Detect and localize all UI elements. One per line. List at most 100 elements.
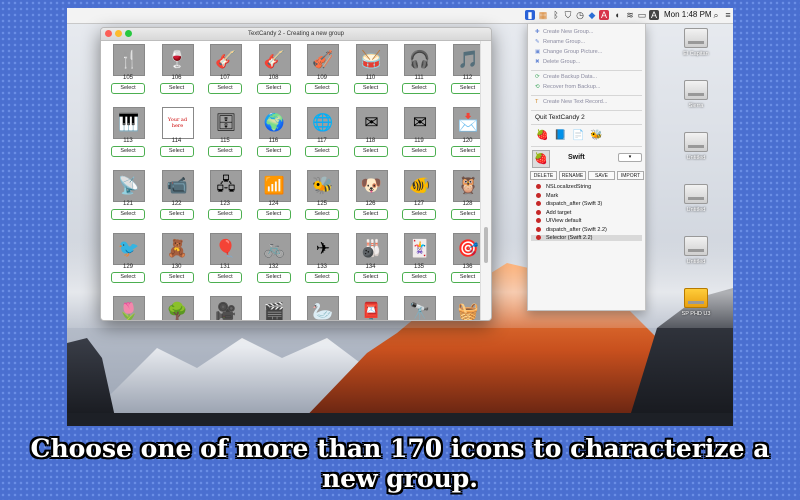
shield-icon[interactable]: ⛉ [563,10,573,20]
drum-kit-icon[interactable]: 🥁 [355,44,388,76]
select-button[interactable]: Select [402,272,436,283]
bee-icon[interactable]: 🐝 [590,130,602,141]
menu-item-quit[interactable]: Quit TextCandy 2 [535,114,585,121]
select-button[interactable]: Select [256,146,291,157]
select-button[interactable]: Select [256,83,291,94]
teddy-bear-icon[interactable]: 🧸 [161,233,194,265]
select-button[interactable]: Select [159,83,194,94]
import-button[interactable]: IMPORT [617,171,644,180]
fish-icon[interactable]: 🐠 [404,170,436,202]
snippet-item[interactable]: Selector (Swift 2.2) [531,235,642,241]
menu-item-rename-group[interactable]: ✎ Rename Group... [535,39,585,45]
app-icon[interactable]: ▮ [525,10,535,20]
select-button[interactable]: Select [208,272,242,283]
delete-button[interactable]: DELETE [530,171,557,180]
network-icon[interactable]: 🖧 [210,170,242,202]
search-icon[interactable]: ⌕ [711,10,721,20]
snippet-item[interactable]: dispatch_after (Swift 2.2) [536,227,607,233]
bonsai-icon[interactable]: 🌳 [161,296,194,320]
clock-icon[interactable]: ◷ [575,10,585,20]
mailbox-icon[interactable]: 📮 [355,296,388,320]
bee-icon[interactable]: 🐝 [307,170,339,202]
menu-item-change-picture[interactable]: ▣ Change Group Picture... [535,49,602,55]
plant-icon[interactable]: 🌷 [113,296,145,320]
adobe-icon[interactable]: A [599,10,609,20]
acoustic-guitar-icon[interactable]: 🎸 [258,44,291,76]
select-button[interactable]: Select [305,209,339,220]
list-icon[interactable]: ≡ [723,10,733,20]
clapperboard-icon[interactable]: 🎬 [258,296,291,320]
wine-bottle-icon[interactable]: 🍷 [161,44,194,76]
vertical-scrollbar[interactable] [480,41,491,320]
headphones-icon[interactable]: 🎧 [404,44,436,76]
strawberry-icon[interactable]: 🍓 [536,130,548,141]
select-button[interactable]: Select [208,83,242,94]
globe-icon[interactable]: 🌍 [258,107,291,139]
battery-icon[interactable]: ▭ [637,10,647,20]
audio-icon[interactable]: ◖ [612,10,622,20]
book-icon[interactable]: 📘 [554,130,566,141]
envelope-icon[interactable]: ✉ [355,107,388,139]
piano-icon[interactable]: 🎹 [113,107,145,139]
snippet-item[interactable]: UIView default [536,218,581,224]
router-icon[interactable]: 📶 [258,170,291,202]
disk-untitled-2[interactable]: Untitled [669,184,723,213]
textcandy-icon[interactable]: ▦ [538,10,548,20]
disk-untitled-1[interactable]: Untitled [669,132,723,161]
select-button[interactable]: Select [305,146,339,157]
select-button[interactable]: Select [353,83,388,94]
airplane-icon[interactable]: ✈ [307,233,339,265]
select-button[interactable]: Select [256,272,291,283]
sign-icon[interactable]: Your ad here [161,107,194,139]
group-picture-strawberry-icon[interactable]: 🍓 [532,150,550,168]
select-button[interactable]: Select [208,146,242,157]
security-camera-icon[interactable]: 📹 [161,170,194,202]
select-button[interactable]: Select [305,272,339,283]
select-button[interactable]: Select [353,209,388,220]
select-button[interactable]: Select [402,209,436,220]
select-button[interactable]: Select [159,146,194,157]
select-button[interactable]: Select [353,272,388,283]
violin-icon[interactable]: 🎻 [307,44,339,76]
rename-button[interactable]: RENAME [559,171,586,180]
select-button[interactable]: Select [159,209,194,220]
select-button[interactable]: Select [208,209,242,220]
scroll-thumb[interactable] [484,227,488,263]
group-dropdown[interactable]: ▾ [618,153,642,162]
document-icon[interactable]: 📄 [572,130,584,141]
cards-icon[interactable]: 🃏 [404,233,436,265]
menu-item-create-text-record[interactable]: T Create New Text Record... [535,99,607,105]
select-button[interactable]: Select [353,146,388,157]
select-button[interactable]: Select [159,272,194,283]
telescope-icon[interactable]: 🔭 [404,296,436,320]
save-button[interactable]: SAVE [588,171,615,180]
disk-el-capitan[interactable]: El Capitan [669,28,723,57]
database-icon[interactable]: 🗄 [210,107,242,139]
select-button[interactable]: Select [402,83,436,94]
disk-untitled-3[interactable]: Untitled [669,236,723,265]
select-button[interactable]: Select [111,83,145,94]
radar-icon[interactable]: 📡 [113,170,145,202]
select-button[interactable]: Select [111,209,145,220]
select-button[interactable]: Select [402,146,436,157]
snippet-item[interactable]: NSLocalizedString [536,184,591,190]
internet-globe-icon[interactable]: 🌐 [307,107,339,139]
bluetooth-icon[interactable]: ᛒ [551,10,561,20]
balloons-icon[interactable]: 🎈 [210,233,242,265]
snippet-item[interactable]: dispatch_after (Swift 3) [536,201,602,207]
menu-item-recover-backup[interactable]: ⟲ Recover from Backup... [535,84,600,90]
dog-icon[interactable]: 🐶 [355,170,388,202]
select-button[interactable]: Select [111,272,145,283]
select-button[interactable]: Select [111,146,145,157]
accessibility-icon[interactable]: A [649,10,659,20]
envelope-open-icon[interactable]: ✉ [404,107,436,139]
snippet-item[interactable]: Add target [536,210,571,216]
menu-item-create-backup[interactable]: ⟳ Create Backup Data... [535,74,597,80]
electric-guitar-icon[interactable]: 🎸 [210,44,242,76]
bowling-icon[interactable]: 🎳 [355,233,388,265]
camera-tripod-icon[interactable]: 🎥 [210,296,242,320]
cutlery-icon[interactable]: 🍴 [113,44,145,76]
wifi-icon[interactable]: ≋ [625,10,635,20]
select-button[interactable]: Select [256,209,291,220]
menubar-clock[interactable]: Mon 1:48 PM [664,9,712,21]
